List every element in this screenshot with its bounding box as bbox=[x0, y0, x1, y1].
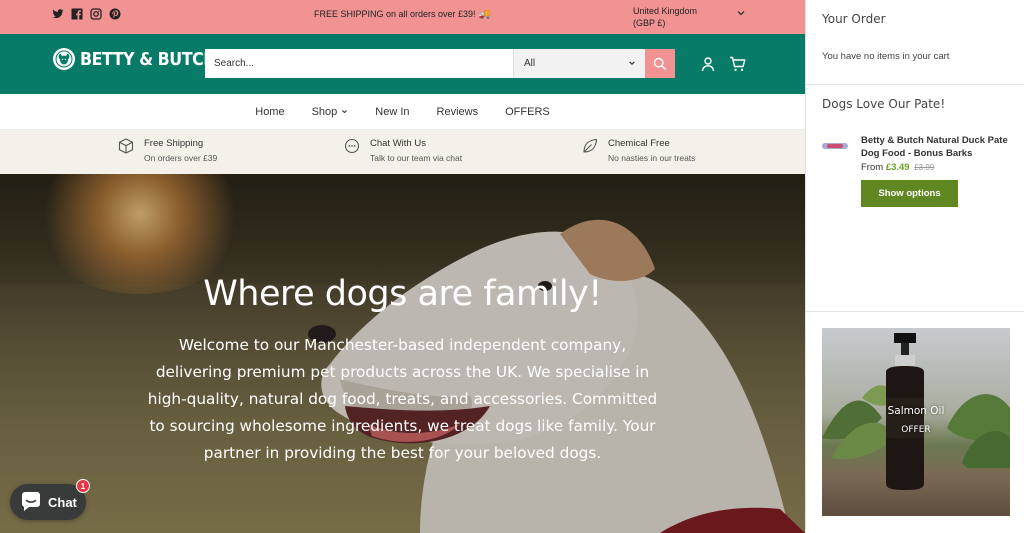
cart-drawer-title: Your Order bbox=[822, 12, 886, 26]
region-country: United Kingdom bbox=[633, 6, 698, 16]
nav-item-reviews[interactable]: Reviews bbox=[437, 106, 479, 118]
feature-subtitle: On orders over £39 bbox=[144, 153, 218, 163]
nav-item-offers[interactable]: OFFERS bbox=[505, 106, 550, 118]
upsell-title: Dogs Love Our Pate! bbox=[822, 97, 946, 111]
search-input[interactable] bbox=[205, 49, 513, 78]
nav-item-shop[interactable]: Shop bbox=[312, 106, 349, 118]
feature-free-shipping: Free Shipping On orders over £39 bbox=[118, 137, 217, 166]
nav-item-label: OFFERS bbox=[505, 105, 550, 118]
nav-item-home[interactable]: Home bbox=[255, 106, 284, 118]
salmon-oil-promo[interactable]: Salmon Oil OFFER bbox=[822, 328, 1010, 516]
cart-icon[interactable] bbox=[729, 56, 746, 72]
leaf-icon bbox=[583, 138, 598, 153]
account-icon[interactable] bbox=[700, 56, 716, 72]
cart-drawer: Your Order You have no items in your car… bbox=[805, 0, 1024, 533]
hero-title: Where dogs are family! bbox=[203, 274, 602, 314]
salmon-oil-bottle bbox=[886, 333, 924, 490]
compare-price: £3.99 bbox=[914, 163, 935, 172]
chat-notification-badge: 1 bbox=[76, 479, 90, 493]
feature-subtitle: Talk to our team via chat bbox=[370, 153, 463, 163]
box-icon bbox=[118, 138, 134, 154]
nav-item-label: New In bbox=[375, 105, 410, 118]
search-bar: All bbox=[205, 49, 675, 78]
chat-button[interactable]: Chat bbox=[10, 484, 86, 520]
truck-emoji-icon: 🚚 bbox=[478, 9, 492, 20]
sale-price: £3.49 bbox=[885, 162, 910, 173]
region-selector[interactable]: United Kingdom (GBP £) bbox=[633, 5, 697, 29]
nav-item-label: Home bbox=[255, 105, 285, 118]
chevron-down-icon bbox=[342, 110, 348, 114]
site-header: BETTY & BUTCH® All bbox=[0, 34, 805, 94]
chat-bubble-icon bbox=[22, 492, 40, 511]
price-prefix: From bbox=[861, 162, 884, 173]
nav-item-label: Shop bbox=[311, 105, 338, 118]
feature-title: Chemical Free bbox=[608, 138, 670, 149]
feature-chat-with-us: Chat With Us Talk to our team via chat bbox=[344, 137, 462, 166]
product-name[interactable]: Betty & Butch Natural Duck Pate Dog Food… bbox=[861, 134, 1011, 160]
divider bbox=[806, 311, 1024, 312]
product-price: From £3.49 £3.99 bbox=[861, 162, 934, 173]
feature-title: Chat With Us bbox=[370, 138, 426, 149]
show-options-button[interactable]: Show options bbox=[861, 180, 958, 207]
search-icon bbox=[653, 57, 667, 70]
nav-item-new-in[interactable]: New In bbox=[375, 106, 409, 118]
feature-subtitle: No nasties in our treats bbox=[608, 153, 696, 163]
product-thumbnail[interactable] bbox=[822, 140, 848, 152]
chevron-down-icon bbox=[629, 61, 635, 65]
features-strip: Free Shipping On orders over £39 Chat Wi… bbox=[0, 130, 805, 174]
logo-text: BETTY & BUTCH bbox=[80, 48, 217, 70]
promo-subtitle: OFFER bbox=[901, 425, 931, 435]
chat-bubble-icon bbox=[344, 138, 360, 154]
feature-title: Free Shipping bbox=[144, 138, 204, 149]
promo-title: Salmon Oil bbox=[887, 405, 945, 417]
search-category-select[interactable]: All bbox=[513, 49, 645, 78]
dog-logo-icon bbox=[53, 48, 75, 70]
main-nav: Home Shop New In Reviews OFFERS bbox=[0, 94, 805, 130]
nav-item-label: Reviews bbox=[436, 105, 479, 118]
feature-chemical-free: Chemical Free No nasties in our treats bbox=[582, 137, 695, 166]
region-currency: (GBP £) bbox=[633, 18, 666, 28]
chat-label: Chat bbox=[48, 494, 77, 510]
hero-banner: Where dogs are family! Welcome to our Ma… bbox=[0, 174, 805, 533]
divider bbox=[806, 84, 1024, 85]
cart-empty-message: You have no items in your cart bbox=[822, 51, 950, 62]
announcement-bar: FREE SHIPPING on all orders over £39! 🚚 U… bbox=[0, 0, 805, 34]
hero-description: Welcome to our Manchester-based independ… bbox=[147, 336, 658, 462]
search-category-value: All bbox=[524, 58, 536, 69]
free-shipping-text: FREE SHIPPING on all orders over £39! bbox=[313, 9, 476, 19]
chevron-down-icon[interactable] bbox=[736, 8, 746, 18]
search-button[interactable] bbox=[645, 49, 675, 78]
